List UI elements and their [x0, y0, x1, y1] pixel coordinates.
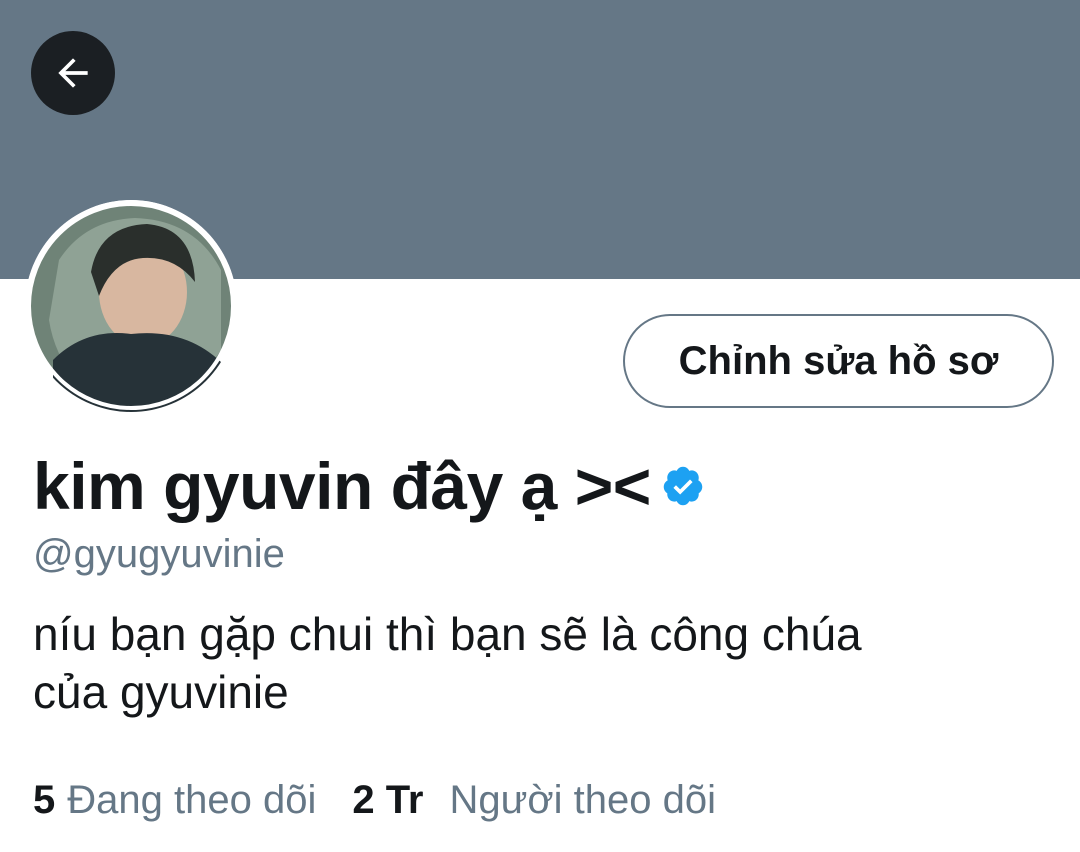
- followers-label: Người theo dõi: [449, 777, 716, 822]
- profile-handle: @gyugyuvinie: [33, 532, 285, 576]
- profile-page: Chỉnh sửa hồ sơ kim gyuvin đây ạ >< @gyu…: [0, 0, 1080, 852]
- verified-badge-icon: [663, 466, 703, 506]
- arrow-left-icon: [58, 58, 88, 88]
- following-count: 5: [33, 777, 56, 822]
- profile-stats: 5 Đang theo dõi 2 Tr Người theo dõi: [33, 770, 716, 830]
- followers-stat[interactable]: 2 Tr Người theo dõi: [352, 778, 716, 823]
- profile-bio: níu bạn gặp chui thì bạn sẽ là công chúa…: [33, 605, 1033, 721]
- name-row: kim gyuvin đây ạ ><: [33, 440, 705, 532]
- edit-profile-button[interactable]: Chỉnh sửa hồ sơ: [623, 314, 1054, 408]
- followers-count: 2 Tr: [352, 777, 424, 822]
- back-button[interactable]: [31, 31, 115, 115]
- bio-line: níu bạn gặp chui thì bạn sẽ là công chúa: [33, 608, 862, 660]
- bio-line: của gyuvinie: [33, 666, 289, 718]
- avatar[interactable]: [25, 200, 237, 412]
- display-name: kim gyuvin đây ạ ><: [33, 449, 651, 523]
- following-stat[interactable]: 5 Đang theo dõi: [33, 778, 316, 823]
- following-label: Đang theo dõi: [67, 777, 317, 822]
